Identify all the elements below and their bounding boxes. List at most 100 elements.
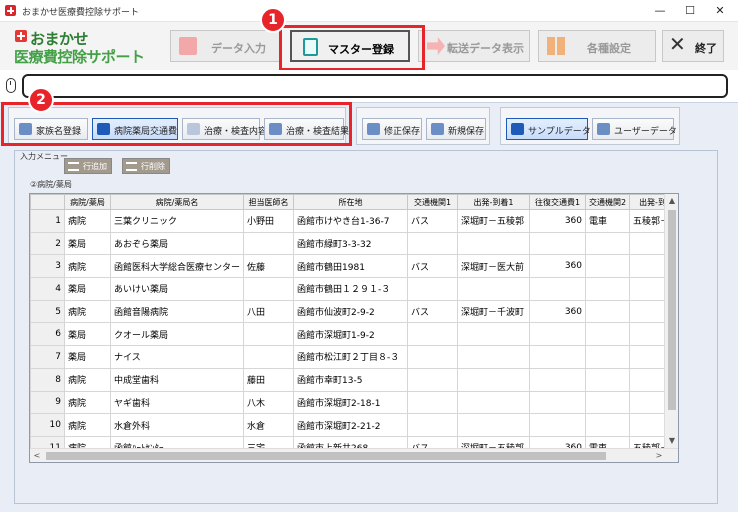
table-cell[interactable]: あいけい薬局 xyxy=(109,277,245,301)
table-cell[interactable] xyxy=(529,367,587,392)
table-cell[interactable]: 小野田 xyxy=(243,209,295,233)
table-row[interactable]: 9 病院 ヤギ歯科 八木 函館市深堀町2-18-1 xyxy=(30,390,677,415)
table-cell[interactable]: 病院 xyxy=(64,390,111,415)
table-cell[interactable] xyxy=(457,390,531,415)
table-cell[interactable] xyxy=(243,231,295,256)
settings-button[interactable]: 各種設定 xyxy=(538,30,656,62)
horizontal-scroll-thumb[interactable] xyxy=(46,452,606,460)
table-row[interactable]: 3 病院 函館医科大学総合医療センター 佐藤 函館市鶴田1981 バス 深堀町－医大前 360 xyxy=(30,254,677,279)
table-cell[interactable]: 函館音陽病院 xyxy=(109,299,245,324)
table-cell[interactable] xyxy=(457,345,531,369)
table-cell[interactable] xyxy=(407,390,459,415)
table-cell[interactable] xyxy=(529,277,587,301)
table-cell[interactable] xyxy=(457,231,531,256)
table-cell[interactable] xyxy=(585,231,631,256)
table-cell[interactable] xyxy=(529,322,587,347)
table-cell[interactable]: 函館市仙波町2-9-2 xyxy=(293,299,409,324)
table-cell[interactable]: 360 xyxy=(529,299,587,324)
table-cell[interactable]: クオール薬局 xyxy=(109,322,245,347)
delete-row-button[interactable]: 行削除 xyxy=(122,158,170,174)
table-cell[interactable]: 電車 xyxy=(585,209,631,233)
table-cell[interactable]: 函館市幸町13-5 xyxy=(293,367,409,392)
column-header[interactable]: 出発-到着1 xyxy=(457,194,531,210)
table-cell[interactable]: 水倉 xyxy=(243,413,295,437)
table-cell[interactable] xyxy=(457,277,531,301)
table-cell[interactable] xyxy=(407,277,459,301)
table-cell[interactable]: 病院 xyxy=(64,299,111,324)
table-cell[interactable] xyxy=(407,367,459,392)
table-cell[interactable]: 函館市深堀町1-9-2 xyxy=(293,322,409,347)
command-input[interactable] xyxy=(22,74,728,98)
table-cell[interactable]: 病院 xyxy=(64,413,111,437)
exit-button[interactable]: ✕ 終了 xyxy=(662,30,724,62)
table-cell[interactable] xyxy=(585,390,631,415)
close-button[interactable]: ✕ xyxy=(705,0,735,22)
table-cell[interactable] xyxy=(457,322,531,347)
scroll-left-icon[interactable]: < xyxy=(30,449,44,462)
table-cell[interactable] xyxy=(585,367,631,392)
table-cell[interactable]: 函館市松江町２丁目８-３ xyxy=(293,345,409,369)
table-cell[interactable]: 中成堂歯科 xyxy=(109,367,245,392)
table-cell[interactable]: ヤギ歯科 xyxy=(109,390,245,415)
table-cell[interactable] xyxy=(243,322,295,347)
data-entry-button[interactable]: データ入力 xyxy=(170,30,282,62)
table-cell[interactable]: 函館市鶴田１２９１-３ xyxy=(293,277,409,301)
table-cell[interactable]: 函館医科大学総合医療センター xyxy=(109,254,245,279)
table-cell[interactable]: 病院 xyxy=(64,254,111,279)
scroll-right-icon[interactable]: > xyxy=(652,449,666,462)
column-header[interactable]: 所在地 xyxy=(293,194,409,210)
table-cell[interactable] xyxy=(585,299,631,324)
table-cell[interactable] xyxy=(529,390,587,415)
table-cell[interactable]: 薬局 xyxy=(64,322,111,347)
column-header[interactable]: 交通機関1 xyxy=(407,194,459,210)
table-cell[interactable]: 函館市深堀町2-18-1 xyxy=(293,390,409,415)
scroll-down-icon[interactable]: ▼ xyxy=(665,434,678,448)
scroll-up-icon[interactable]: ▲ xyxy=(665,194,678,208)
maximize-button[interactable]: ☐ xyxy=(675,0,705,22)
column-header[interactable]: 担当医師名 xyxy=(243,194,295,210)
table-row[interactable]: 10 病院 水倉外科 水倉 函館市深堀町2-21-2 xyxy=(30,413,677,437)
save-new-button[interactable]: 新規保存 xyxy=(426,118,486,140)
save-edit-button[interactable]: 修正保存 xyxy=(362,118,422,140)
table-cell[interactable]: ナイス xyxy=(109,345,245,369)
table-cell[interactable] xyxy=(529,231,587,256)
table-cell[interactable] xyxy=(529,413,587,437)
table-cell[interactable] xyxy=(457,367,531,392)
table-cell[interactable] xyxy=(407,231,459,256)
table-cell[interactable] xyxy=(457,413,531,437)
vertical-scrollbar[interactable]: ▲ ▼ xyxy=(664,194,678,448)
table-cell[interactable] xyxy=(585,413,631,437)
table-cell[interactable]: 函館市深堀町2-21-2 xyxy=(293,413,409,437)
transfer-view-button[interactable]: 転送データ表示 xyxy=(418,30,530,62)
minimize-button[interactable]: — xyxy=(645,0,675,22)
table-cell[interactable]: 函館市けやき台1-36-7 xyxy=(293,209,409,233)
table-cell[interactable] xyxy=(243,345,295,369)
table-row[interactable]: 1 病院 三葉クリニック 小野田 函館市けやき台1-36-7 バス 深堀町－五稜郭 360 電車… xyxy=(30,209,677,233)
table-cell[interactable]: 佐藤 xyxy=(243,254,295,279)
table-cell[interactable] xyxy=(407,322,459,347)
table-cell[interactable]: 薬局 xyxy=(64,231,111,256)
table-row[interactable]: 4 薬局 あいけい薬局 函館市鶴田１２９１-３ xyxy=(30,277,677,301)
sample-data-button[interactable]: サンプルデータ xyxy=(506,118,591,140)
column-header[interactable]: 病院/薬局 xyxy=(64,194,111,210)
user-data-button[interactable]: ユーザーデータ xyxy=(592,118,677,140)
column-header[interactable]: 交通機関2 xyxy=(585,194,631,210)
table-cell[interactable]: バス xyxy=(407,209,459,233)
table-cell[interactable]: 深堀町－五稜郭 xyxy=(457,209,531,233)
table-cell[interactable]: バス xyxy=(407,299,459,324)
table-cell[interactable]: 深堀町－千波町 xyxy=(457,299,531,324)
table-cell[interactable]: 八田 xyxy=(243,299,295,324)
table-cell[interactable]: 360 xyxy=(529,209,587,233)
column-header[interactable]: 病院/薬局名 xyxy=(109,194,245,210)
table-row[interactable]: 5 病院 函館音陽病院 八田 函館市仙波町2-9-2 バス 深堀町－千波町 360 xyxy=(30,299,677,324)
table-row[interactable]: 8 病院 中成堂歯科 藤田 函館市幸町13-5 xyxy=(30,367,677,392)
table-cell[interactable] xyxy=(407,345,459,369)
horizontal-scrollbar[interactable]: < > xyxy=(30,448,678,462)
table-row[interactable]: 2 薬局 あおぞら薬局 函館市緑町3-3-32 xyxy=(30,231,677,256)
add-row-button[interactable]: 行追加 xyxy=(64,158,112,174)
table-cell[interactable]: 八木 xyxy=(243,390,295,415)
column-header[interactable]: 往復交通費1 xyxy=(529,194,587,210)
table-cell[interactable]: 病院 xyxy=(64,209,111,233)
table-cell[interactable] xyxy=(585,254,631,279)
table-cell[interactable] xyxy=(585,345,631,369)
